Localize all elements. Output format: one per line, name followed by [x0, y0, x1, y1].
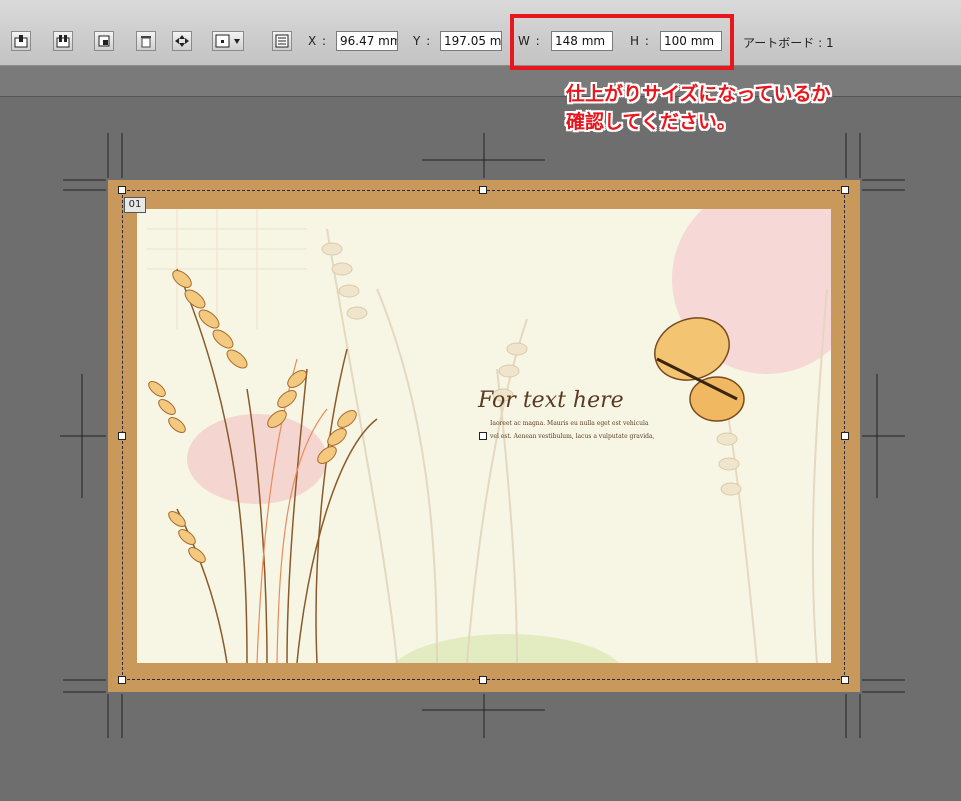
resize-handle-right[interactable]	[841, 432, 849, 440]
resize-handle-bottom-left[interactable]	[118, 676, 126, 684]
resize-handle-top-left[interactable]	[118, 186, 126, 194]
resize-handle-left[interactable]	[118, 432, 126, 440]
resize-handle-top-right[interactable]	[841, 186, 849, 194]
resize-handle-top[interactable]	[479, 186, 487, 194]
resize-handle-bottom-right[interactable]	[841, 676, 849, 684]
center-point-handle[interactable]	[479, 432, 487, 440]
artboard-number-label: 01	[124, 197, 146, 213]
resize-handle-bottom[interactable]	[479, 676, 487, 684]
